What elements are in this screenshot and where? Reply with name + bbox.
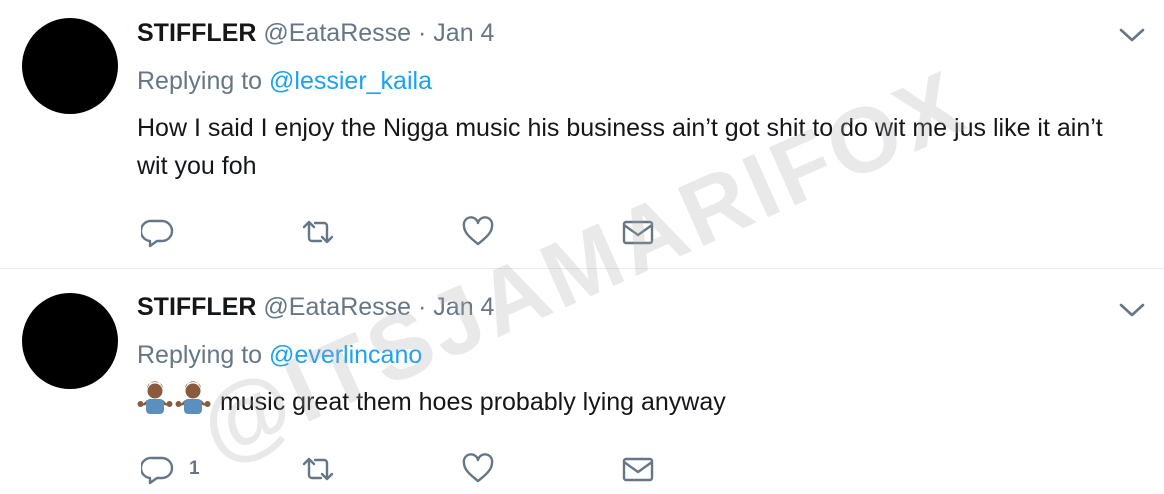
tweet-text-row: music great them hoes probably lying any… [137,380,1124,421]
mention-link[interactable]: @lessier_kaila [269,67,432,95]
tweet-text: music great them hoes probably lying any… [219,388,726,416]
tweet-actions: 1 [137,449,737,489]
tweet[interactable]: STIFFLER @EataResse · Jan 4 Replying to … [0,269,1164,494]
heart-icon [462,453,494,483]
like-button[interactable] [461,449,495,489]
retweet-button[interactable] [299,212,337,252]
tweet-text: How I said I enjoy the Nigga music his b… [137,114,1103,180]
reply-icon [141,456,174,485]
man-shrugging-emoji [175,381,211,414]
replying-prefix: Replying to [137,67,263,95]
mention-link[interactable]: @everlincano [269,341,422,369]
envelope-icon [622,457,654,482]
heart-icon [462,216,494,246]
reply-button[interactable] [141,212,189,252]
replying-to: Replying to @lessier_kaila [137,65,1124,97]
user-name[interactable]: STIFFLER [137,19,256,47]
tweet-content: STIFFLER @EataResse · Jan 4 Replying to … [137,17,1124,185]
separator-dot: · [418,293,427,321]
replying-to: Replying to @everlincano [137,339,1124,371]
chevron-down-icon[interactable] [1118,301,1146,319]
retweet-icon [302,457,334,481]
avatar[interactable] [22,293,118,389]
like-button[interactable] [461,212,495,252]
reply-button[interactable]: 1 [141,449,200,489]
chevron-down-icon[interactable] [1118,26,1146,44]
separator-dot: · [418,19,427,47]
tweet-date[interactable]: Jan 4 [433,293,494,321]
man-shrugging-emoji [137,381,173,414]
envelope-icon [622,220,654,245]
tweet[interactable]: STIFFLER @EataResse · Jan 4 Replying to … [0,0,1164,268]
user-name[interactable]: STIFFLER [137,293,256,321]
tweet-actions [137,212,737,252]
user-handle[interactable]: @EataResse [263,293,411,321]
retweet-button[interactable] [299,449,337,489]
replying-prefix: Replying to [137,341,263,369]
avatar[interactable] [22,18,118,114]
tweet-content: STIFFLER @EataResse · Jan 4 Replying to … [137,291,1124,421]
direct-message-button[interactable] [621,212,655,252]
user-handle[interactable]: @EataResse [263,19,411,47]
tweet-header: STIFFLER @EataResse · Jan 4 [137,291,1124,323]
tweet-header: STIFFLER @EataResse · Jan 4 [137,17,1124,49]
reply-count: 1 [189,458,200,479]
retweet-icon [302,220,334,244]
direct-message-button[interactable] [621,449,655,489]
tweet-date[interactable]: Jan 4 [433,19,494,47]
reply-icon [141,219,174,248]
